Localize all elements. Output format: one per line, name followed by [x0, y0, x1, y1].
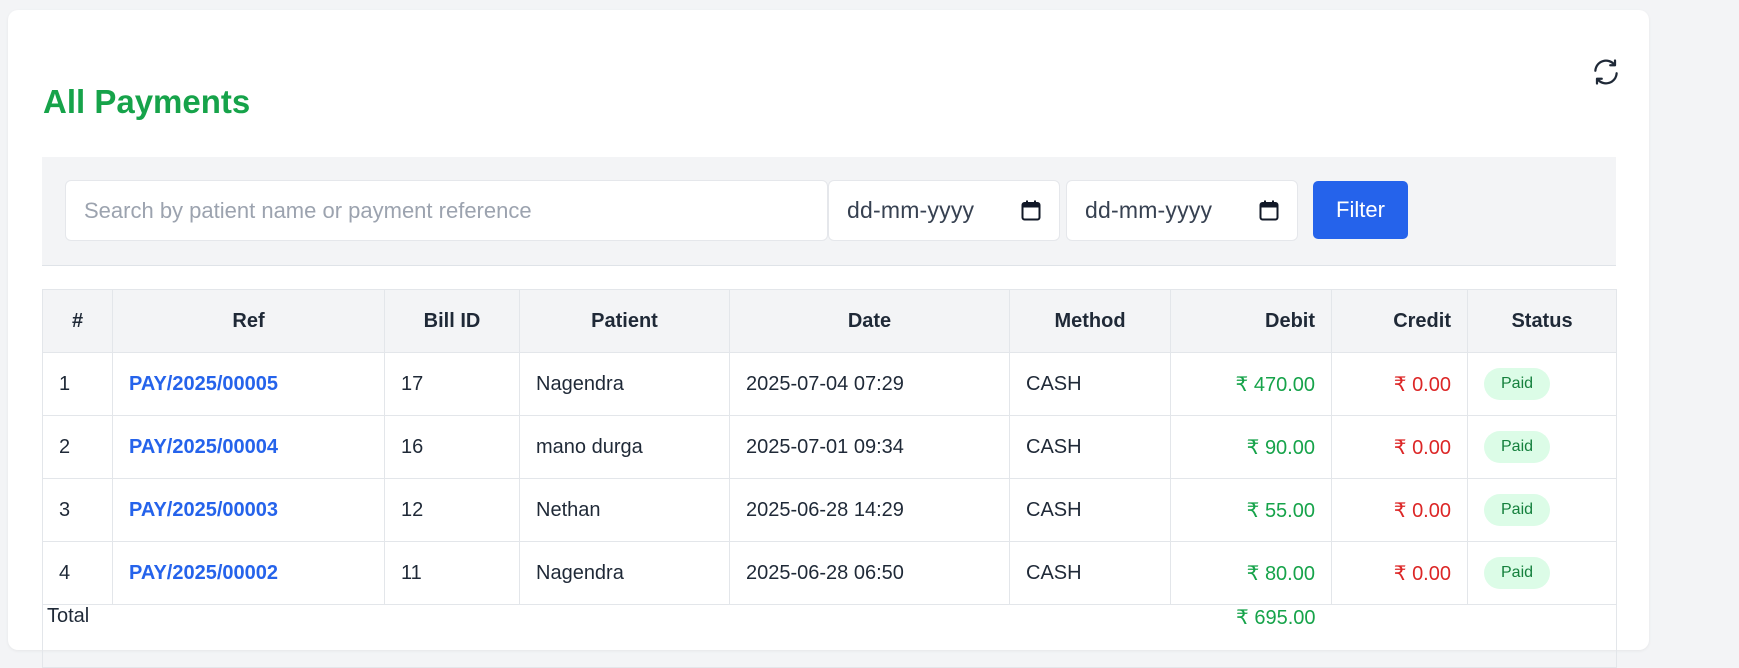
payments-card: All Payments dd-mm-yyyy dd-mm-yyyy Filte… [8, 10, 1649, 668]
from-date-value: dd-mm-yyyy [847, 197, 975, 223]
refresh-icon [1594, 59, 1618, 85]
column-header-patient: Patient [519, 289, 730, 353]
status-badge: Paid [1484, 494, 1551, 526]
date-cell: 2025-06-28 06:50 [729, 541, 1010, 605]
page-title: All Payments [43, 83, 251, 120]
row-number: 2 [42, 415, 113, 479]
column-header-method: Method [1009, 289, 1171, 353]
debit-cell: ₹ 470.00 [1170, 352, 1332, 416]
filter-button[interactable]: Filter [1313, 181, 1408, 239]
to-date-value: dd-mm-yyyy [1085, 197, 1213, 223]
total-debit: ₹ 695.00 [1170, 604, 1332, 668]
bill-id-cell: 17 [384, 352, 520, 416]
table-row: 2 PAY/2025/00004 16 mano durga 2025-07-0… [42, 415, 1617, 479]
method-cell: CASH [1009, 541, 1171, 605]
date-cell: 2025-07-04 07:29 [729, 352, 1010, 416]
debit-cell: ₹ 55.00 [1170, 478, 1332, 542]
column-header-number: # [42, 289, 113, 353]
credit-cell: ₹ 0.00 [1331, 415, 1468, 479]
debit-cell: ₹ 90.00 [1170, 415, 1332, 479]
filter-bar: dd-mm-yyyy dd-mm-yyyy Filter [42, 157, 1616, 266]
row-number: 4 [42, 541, 113, 605]
calendar-icon[interactable] [1021, 200, 1041, 221]
debit-cell: ₹ 80.00 [1170, 541, 1332, 605]
refresh-button[interactable] [1574, 40, 1638, 104]
method-cell: CASH [1009, 352, 1171, 416]
calendar-icon[interactable] [1259, 200, 1279, 221]
to-date-input[interactable]: dd-mm-yyyy [1066, 180, 1298, 241]
payment-ref-link[interactable]: PAY/2025/00005 [129, 373, 278, 395]
column-header-bill-id: Bill ID [384, 289, 520, 353]
table-row: 3 PAY/2025/00003 12 Nethan 2025-06-28 14… [42, 478, 1617, 542]
payment-ref-link[interactable]: PAY/2025/00002 [129, 562, 278, 584]
column-header-status: Status [1467, 289, 1617, 353]
bill-id-cell: 16 [384, 415, 520, 479]
patient-cell: Nagendra [519, 541, 730, 605]
payment-ref-link[interactable]: PAY/2025/00004 [129, 436, 278, 458]
patient-cell: Nagendra [519, 352, 730, 416]
payments-table: # Ref Bill ID Patient Date Method Debit … [42, 289, 1617, 668]
total-label: Total [42, 604, 1171, 668]
patient-cell: Nethan [519, 478, 730, 542]
row-number: 3 [42, 478, 113, 542]
status-badge: Paid [1484, 557, 1551, 589]
credit-cell: ₹ 0.00 [1331, 352, 1468, 416]
column-header-debit: Debit [1170, 289, 1332, 353]
table-row: 4 PAY/2025/00002 11 Nagendra 2025-06-28 … [42, 541, 1617, 605]
column-header-ref: Ref [112, 289, 385, 353]
patient-cell: mano durga [519, 415, 730, 479]
method-cell: CASH [1009, 415, 1171, 479]
total-row: Total ₹ 695.00 [42, 604, 1617, 668]
date-cell: 2025-07-01 09:34 [729, 415, 1010, 479]
from-date-input[interactable]: dd-mm-yyyy [828, 180, 1060, 241]
credit-cell: ₹ 0.00 [1331, 478, 1468, 542]
status-badge: Paid [1484, 368, 1551, 400]
column-header-credit: Credit [1331, 289, 1468, 353]
date-cell: 2025-06-28 14:29 [729, 478, 1010, 542]
bill-id-cell: 11 [384, 541, 520, 605]
table-header-row: # Ref Bill ID Patient Date Method Debit … [42, 289, 1617, 353]
payment-ref-link[interactable]: PAY/2025/00003 [129, 499, 278, 521]
column-header-date: Date [729, 289, 1010, 353]
bill-id-cell: 12 [384, 478, 520, 542]
row-number: 1 [42, 352, 113, 416]
search-input[interactable] [65, 180, 828, 241]
method-cell: CASH [1009, 478, 1171, 542]
status-badge: Paid [1484, 431, 1551, 463]
table-row: 1 PAY/2025/00005 17 Nagendra 2025-07-04 … [42, 352, 1617, 416]
credit-cell: ₹ 0.00 [1331, 541, 1468, 605]
